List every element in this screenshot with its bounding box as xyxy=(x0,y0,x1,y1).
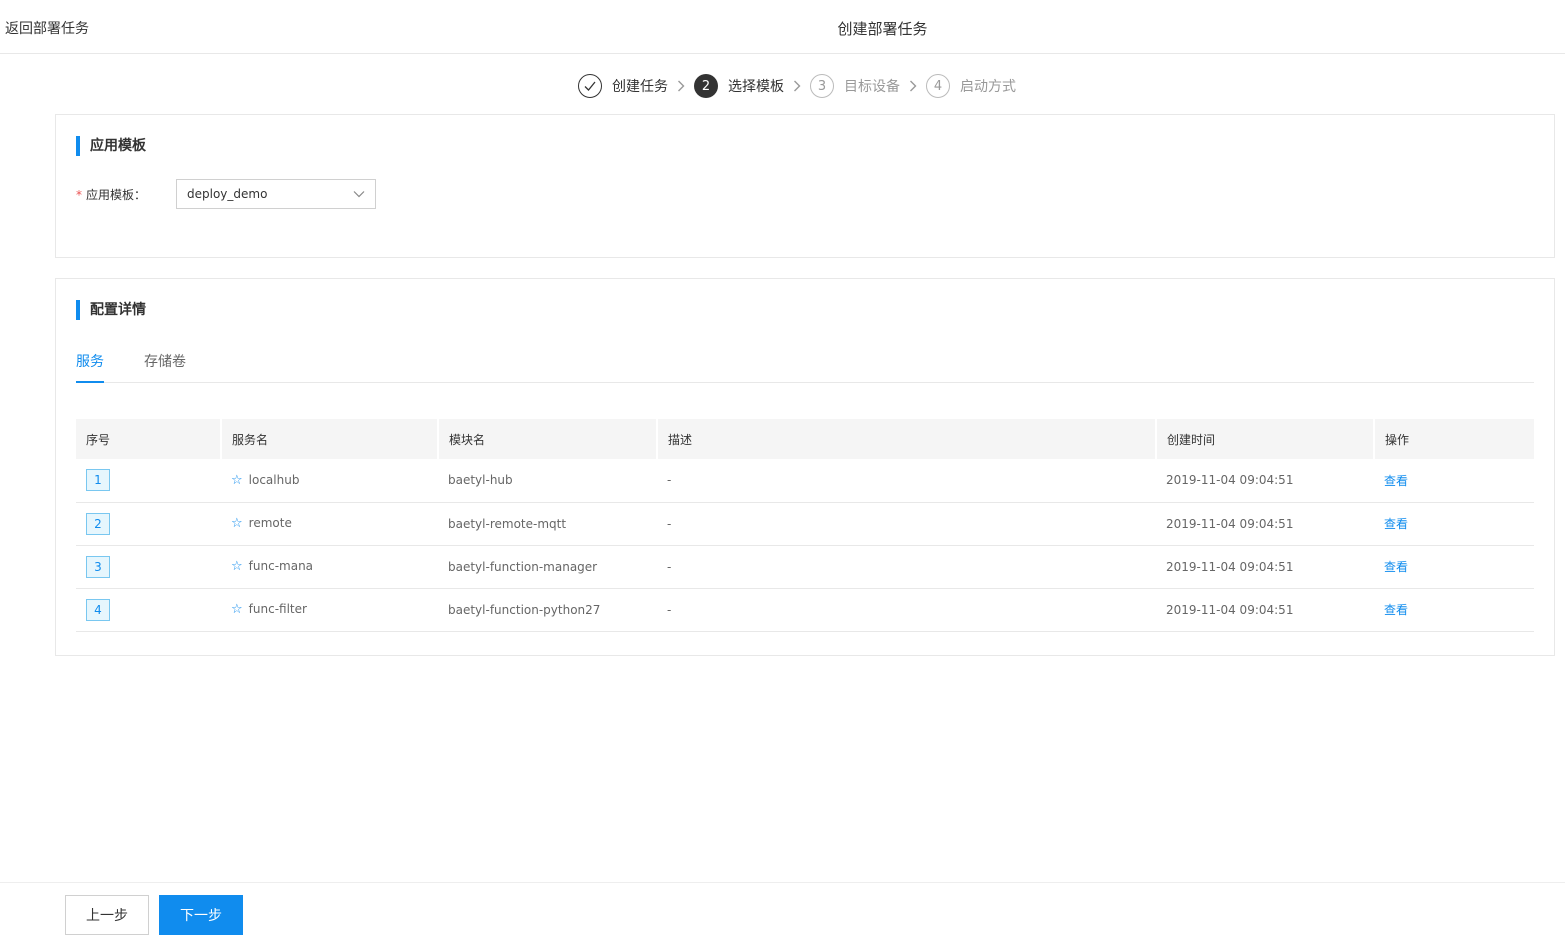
table-row: 1 ☆ localhub baetyl-hub - 2019-11-04 09:0… xyxy=(76,459,1534,502)
chevron-right-icon xyxy=(677,80,685,92)
chevron-down-icon xyxy=(353,187,365,201)
step-1: 创建任务 xyxy=(578,74,668,98)
view-link[interactable]: 查看 xyxy=(1384,474,1408,488)
step-2-number: 2 xyxy=(694,74,718,98)
step-3-number: 3 xyxy=(810,74,834,98)
col-service: 服务名 xyxy=(221,419,439,459)
check-icon xyxy=(578,74,602,98)
module-name: baetyl-hub xyxy=(448,473,513,488)
chevron-right-icon xyxy=(793,80,801,92)
row-index: 1 xyxy=(86,469,110,492)
step-4: 4 启动方式 xyxy=(926,74,1016,98)
star-icon: ☆ xyxy=(231,472,243,488)
step-1-label: 创建任务 xyxy=(612,79,668,95)
table-header: 序号 服务名 模块名 描述 创建时间 操作 xyxy=(76,419,1534,459)
created-time: 2019-11-04 09:04:51 xyxy=(1166,516,1294,531)
description: - xyxy=(667,473,672,488)
star-icon: ☆ xyxy=(231,602,243,617)
service-name: localhub xyxy=(248,472,300,487)
col-action: 操作 xyxy=(1385,432,1410,447)
service-name: func-filter xyxy=(248,602,307,616)
required-mark: * xyxy=(76,187,82,202)
service-name: func-mana xyxy=(248,559,314,573)
view-link[interactable]: 查看 xyxy=(1384,517,1408,531)
created-time: 2019-11-04 09:04:51 xyxy=(1166,473,1294,488)
description: - xyxy=(667,559,672,574)
footer-bar: 上一步 下一步 xyxy=(0,882,1565,940)
template-form-row: * 应用模板： deploy_demo xyxy=(76,179,376,209)
step-4-number: 4 xyxy=(926,74,950,98)
module-name: baetyl-function-python27 xyxy=(448,602,601,617)
config-section-title: 配置详情 xyxy=(76,300,146,320)
step-indicator: 创建任务 2 选择模板 3 目标设备 4 启动方式 xyxy=(578,74,1016,98)
created-time: 2019-11-04 09:04:51 xyxy=(1166,602,1294,617)
row-index: 3 xyxy=(86,555,110,578)
description: - xyxy=(667,516,672,531)
col-created: 创建时间 xyxy=(1156,419,1375,459)
template-select-value: deploy_demo xyxy=(187,187,268,201)
template-select[interactable]: deploy_demo xyxy=(176,179,376,209)
row-index: 4 xyxy=(86,598,110,621)
prev-step-button[interactable]: 上一步 xyxy=(65,895,149,935)
service-name: remote xyxy=(248,516,292,530)
view-link[interactable]: 查看 xyxy=(1384,603,1408,617)
star-icon: ☆ xyxy=(231,559,243,574)
next-step-button[interactable]: 下一步 xyxy=(159,895,243,935)
top-bar: 返回部署任务 创建部署任务 xyxy=(0,0,1565,54)
config-card: 配置详情 服务 存储卷 序号 服务名 模块名 描述 创建时间 操作 1 ☆ loc… xyxy=(55,278,1555,656)
template-card: 应用模板 * 应用模板： deploy_demo xyxy=(55,114,1555,258)
tab-volumes[interactable]: 存储卷 xyxy=(144,343,186,383)
table-row: 4 ☆ func-filter baetyl-function-python27 … xyxy=(76,588,1534,631)
step-2: 2 选择模板 xyxy=(694,74,784,98)
created-time: 2019-11-04 09:04:51 xyxy=(1166,559,1294,574)
col-module: 模块名 xyxy=(438,419,658,459)
step-3: 3 目标设备 xyxy=(810,74,900,98)
description: - xyxy=(667,602,672,617)
col-desc: 描述 xyxy=(657,419,1157,459)
chevron-right-icon xyxy=(909,80,917,92)
services-table: 序号 服务名 模块名 描述 创建时间 操作 1 ☆ localhub baetyl… xyxy=(76,419,1534,632)
table-row: 3 ☆ func-mana baetyl-function-manager - 2… xyxy=(76,545,1534,588)
module-name: baetyl-function-manager xyxy=(448,559,598,574)
template-field-label: * 应用模板： xyxy=(76,187,147,202)
module-name: baetyl-remote-mqtt xyxy=(448,516,567,531)
row-index: 2 xyxy=(86,512,110,535)
step-2-label: 选择模板 xyxy=(728,79,784,95)
col-index: 序号 xyxy=(76,419,222,459)
table-row: 2 ☆ remote baetyl-remote-mqtt - 2019-11-0… xyxy=(76,502,1534,545)
template-section-title: 应用模板 xyxy=(76,136,146,156)
tab-services[interactable]: 服务 xyxy=(76,343,104,383)
config-tabs: 服务 存储卷 xyxy=(76,343,1534,383)
view-link[interactable]: 查看 xyxy=(1384,560,1408,574)
step-4-label: 启动方式 xyxy=(960,79,1016,95)
step-3-label: 目标设备 xyxy=(844,79,900,95)
star-icon: ☆ xyxy=(231,516,243,531)
page-title: 创建部署任务 xyxy=(837,20,928,38)
